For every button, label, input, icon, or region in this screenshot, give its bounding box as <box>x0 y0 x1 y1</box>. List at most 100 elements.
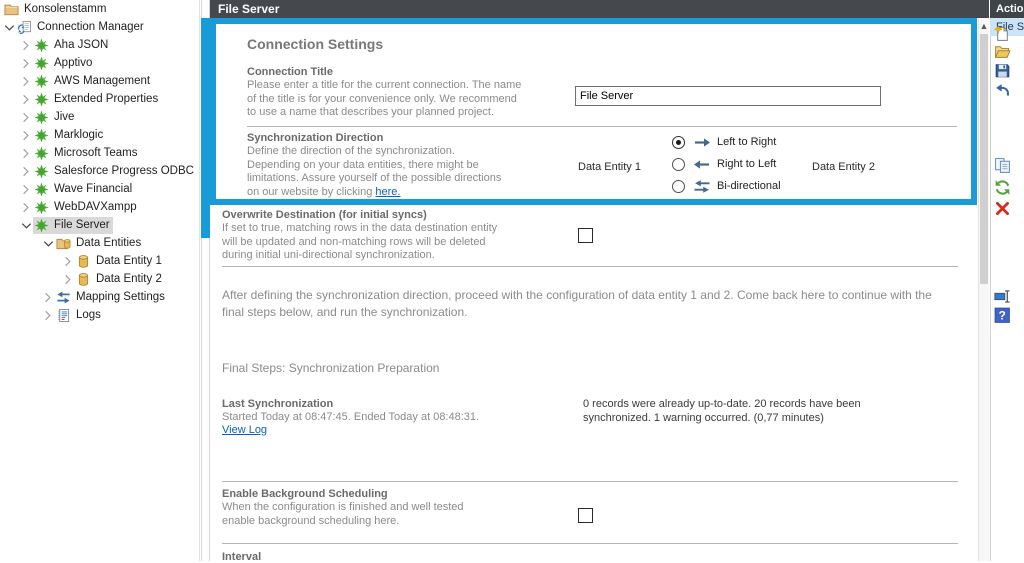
chevron-right-icon[interactable] <box>61 255 75 268</box>
chevron-right-icon[interactable] <box>61 273 75 286</box>
connector-icon <box>34 181 49 197</box>
final-steps-label: Final Steps: Synchronization Preparation <box>222 361 440 375</box>
arrow-bidirectional-icon <box>693 178 711 194</box>
tree-item-mapping-settings[interactable]: Mapping Settings <box>0 288 199 306</box>
chevron-right-icon[interactable] <box>19 39 33 52</box>
new-connection-icon[interactable] <box>994 25 1011 42</box>
tree-item-webdavxampp[interactable]: WebDAVXampp <box>0 198 199 216</box>
tree-item-salesforce-progress-odbc[interactable]: Salesforce Progress ODBC <box>0 162 199 180</box>
chevron-right-icon[interactable] <box>19 165 33 178</box>
refresh-icon[interactable] <box>994 179 1011 196</box>
chevron-down-icon[interactable] <box>2 21 16 34</box>
connector-icon <box>34 37 49 53</box>
connection-title-input[interactable] <box>575 86 881 106</box>
radio-unselected-icon[interactable] <box>672 179 685 193</box>
tree-item-wave-financial[interactable]: Wave Financial <box>0 180 199 198</box>
chevron-right-icon[interactable] <box>41 291 55 304</box>
chevron-right-icon[interactable] <box>19 183 33 196</box>
tree-scrollbar-thumb[interactable] <box>201 18 210 238</box>
tree-item-label: Wave Financial <box>54 183 133 195</box>
overwrite-heading: Overwrite Destination (for initial syncs… <box>222 209 427 221</box>
radio-label: Right to Left <box>717 158 777 170</box>
radio-left-to-right[interactable]: Left to Right <box>672 134 776 150</box>
overwrite-checkbox[interactable] <box>578 228 593 243</box>
actions-panel-header: Actions <box>990 0 1024 18</box>
radio-bi-directional[interactable]: Bi-directional <box>672 178 781 194</box>
tree-item-data-entity-2[interactable]: Data Entity 2 <box>0 270 199 288</box>
chevron-right-icon[interactable] <box>19 147 33 160</box>
save-icon[interactable] <box>994 62 1011 79</box>
panel-divider <box>199 0 200 561</box>
tree-item-file-server[interactable]: File Server <box>0 216 199 234</box>
chevron-right-icon[interactable] <box>19 57 33 70</box>
radio-selected-icon[interactable] <box>672 135 685 149</box>
connector-icon <box>34 163 49 179</box>
chevron-right-icon[interactable] <box>19 111 33 124</box>
tree-item-label: AWS Management <box>54 75 151 87</box>
connector-icon <box>34 127 49 143</box>
background-scheduling-heading: Enable Background Scheduling <box>222 488 388 500</box>
undo-icon[interactable] <box>994 82 1011 99</box>
tree-item-jive[interactable]: Jive <box>0 108 199 126</box>
mapping-arrows-icon <box>56 290 71 304</box>
logs-icon <box>57 308 70 322</box>
background-scheduling-checkbox[interactable] <box>578 508 593 523</box>
chevron-right-icon[interactable] <box>19 201 33 214</box>
chevron-right-icon[interactable] <box>19 93 33 106</box>
last-sync-summary: 0 records were already up-to-date. 20 re… <box>583 398 861 424</box>
scroll-up-arrow-icon[interactable]: ▲ <box>979 20 989 32</box>
tree-item-label: Data Entities <box>76 237 142 249</box>
tree-item-label: Marklogic <box>54 129 104 141</box>
arrow-left-icon <box>692 158 711 170</box>
database-icon <box>78 272 89 286</box>
radio-right-to-left[interactable]: Right to Left <box>672 156 776 172</box>
help-icon[interactable] <box>994 307 1011 324</box>
chevron-right-icon[interactable] <box>41 309 55 322</box>
last-sync-details: Started Today at 08:47:45. Ended Today a… <box>222 411 480 423</box>
tree-item-data-entity-1[interactable]: Data Entity 1 <box>0 252 199 270</box>
tree-item-aws-management[interactable]: AWS Management <box>0 72 199 90</box>
tree-item-data-entities[interactable]: Data Entities <box>0 234 199 252</box>
delete-icon[interactable] <box>994 200 1011 217</box>
arrow-right-icon <box>693 136 712 148</box>
tree-item-extended-properties[interactable]: Extended Properties <box>0 90 199 108</box>
view-log-link[interactable]: View Log <box>222 424 267 436</box>
chevron-right-icon[interactable] <box>19 75 33 88</box>
tree-item-logs[interactable]: Logs <box>0 306 199 324</box>
open-folder-icon[interactable] <box>994 43 1011 60</box>
section-separator <box>222 481 958 482</box>
database-icon <box>78 254 89 268</box>
copy-icon[interactable] <box>994 157 1011 174</box>
data-entities-folder-icon <box>56 238 71 249</box>
tree-item-label: Microsoft Teams <box>54 147 138 159</box>
radio-label: Left to Right <box>717 136 777 148</box>
tree-item-microsoft-teams[interactable]: Microsoft Teams <box>0 144 199 162</box>
connection-tree: Konsolenstamm Connection Manager Aha JSO… <box>0 0 199 561</box>
data-entity-1-label: Data Entity 1 <box>578 161 641 173</box>
info-paragraph: After defining the synchronization direc… <box>222 288 932 319</box>
connector-icon <box>34 145 49 161</box>
background-scheduling-description: When the configuration is finished and w… <box>222 501 464 527</box>
rename-icon[interactable] <box>994 288 1011 305</box>
connection-title-heading: Connection Title <box>247 66 333 78</box>
tree-item-marklogic[interactable]: Marklogic <box>0 126 199 144</box>
tree-item-label: Konsolenstamm <box>24 3 107 15</box>
tree-item-connection-manager[interactable]: Connection Manager <box>0 18 199 36</box>
tree-item-label: Data Entity 2 <box>96 273 162 285</box>
tree-item-label: Salesforce Progress ODBC <box>54 165 194 177</box>
tree-item-label: Apptivo <box>54 57 93 69</box>
chevron-down-icon[interactable] <box>41 237 55 250</box>
tree-item-label: WebDAVXampp <box>54 201 137 213</box>
connector-icon <box>34 91 49 107</box>
interval-heading: Interval <box>222 551 262 563</box>
tree-item-label: Jive <box>54 111 75 123</box>
tree-item-aha-json[interactable]: Aha JSON <box>0 36 199 54</box>
radio-unselected-icon[interactable] <box>672 157 685 171</box>
chevron-down-icon[interactable] <box>19 219 33 232</box>
chevron-right-icon[interactable] <box>19 129 33 142</box>
tree-item-apptivo[interactable]: Apptivo <box>0 54 199 72</box>
tree-item-konsolenstamm[interactable]: Konsolenstamm <box>0 0 199 18</box>
main-scrollbar-thumb[interactable] <box>980 34 988 284</box>
radio-label: Bi-directional <box>717 180 781 192</box>
here-link[interactable]: here. <box>375 186 400 198</box>
